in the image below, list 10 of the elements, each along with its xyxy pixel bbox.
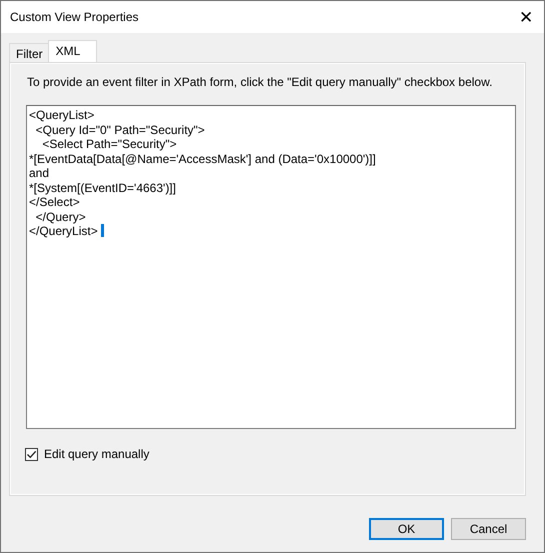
tab[interactable]: Filter: [9, 43, 49, 62]
dialog-button[interactable]: Cancel: [451, 518, 526, 540]
query-text-field[interactable]: <QueryList> <Query Id="0" Path="Security"> <Select Path="Security"> *[EventData[Data[@Name='AccessMask'] and (Data='0x10000')]] and *[System[(EventID='4663')]] </Select> </Query> </QueryList>: [26, 105, 516, 429]
instruction-text: To provide an event filter in XPath form, click the "Edit query manually" checkbox below.: [27, 75, 494, 89]
dialog-button[interactable]: OK: [369, 518, 444, 540]
window-title: Custom View Properties: [10, 10, 138, 24]
checkbox[interactable]: [25, 448, 38, 460]
close-button[interactable]: ✕: [517, 8, 535, 26]
tab[interactable]: XML: [48, 40, 98, 62]
checkbox-label[interactable]: Edit query manually: [44, 447, 150, 461]
